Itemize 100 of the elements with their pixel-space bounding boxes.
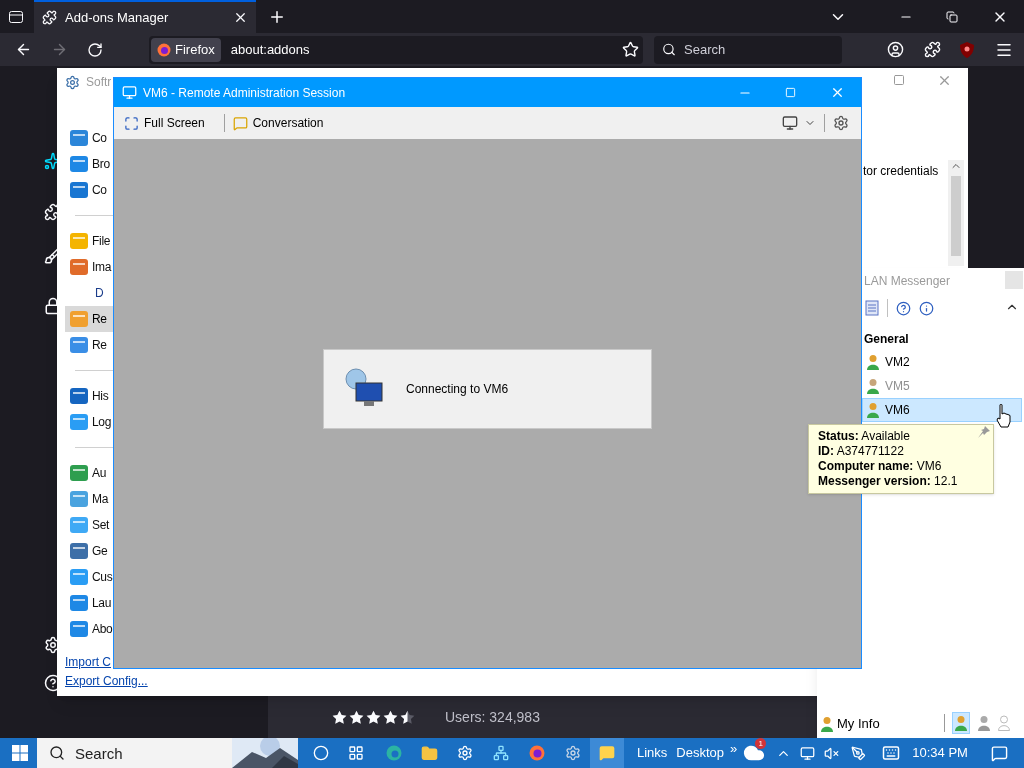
chat-icon — [599, 745, 615, 761]
gear-app-icon[interactable] — [565, 745, 581, 761]
sidebar-item[interactable]: File — [65, 228, 113, 254]
gear-icon — [65, 74, 80, 90]
identity-label: Firefox — [175, 40, 215, 59]
volume-muted-icon[interactable] — [824, 745, 840, 761]
reload-icon[interactable] — [87, 41, 103, 58]
address-field[interactable]: Firefox about:addons — [149, 35, 643, 64]
sidebar-item[interactable]: Co — [65, 177, 113, 203]
settings-icon[interactable] — [44, 636, 57, 654]
identity-chip[interactable]: Firefox — [151, 37, 221, 62]
status-text: Connecting to VM6 — [406, 381, 509, 398]
messenger-taskbar-button[interactable] — [590, 738, 624, 768]
pen-icon[interactable] — [851, 745, 867, 761]
item-icon — [69, 542, 89, 560]
links-toolbar[interactable]: Links — [637, 743, 668, 763]
brush-icon[interactable] — [44, 247, 57, 265]
panel-text: tor credentials — [863, 163, 939, 180]
tooltip-line: Computer name: VM6 — [818, 459, 943, 474]
back-icon[interactable] — [15, 41, 32, 58]
keyboard-icon[interactable] — [882, 744, 901, 762]
tab-title: Add-ons Manager — [65, 8, 170, 27]
star-icon — [332, 709, 347, 725]
network-icon[interactable] — [800, 745, 816, 761]
url-text: about:addons — [230, 40, 311, 59]
contact-item[interactable]: VM6 — [862, 398, 1022, 422]
sidebar-item[interactable]: His — [65, 383, 113, 409]
sidebar-item[interactable]: Re — [65, 332, 113, 358]
full-screen-button[interactable]: Full Screen — [124, 114, 205, 132]
sidebar-item[interactable]: Bro — [65, 151, 113, 177]
full-screen-icon — [124, 115, 139, 131]
puzzle-icon[interactable] — [44, 203, 57, 221]
scrollbar[interactable] — [948, 160, 964, 266]
tab-list-icon[interactable] — [8, 8, 24, 25]
chat-icon — [232, 115, 248, 131]
busy-status-icon — [978, 715, 990, 731]
sidebar-item[interactable]: Ge — [65, 538, 113, 564]
sidebar-item[interactable]: Re — [65, 306, 113, 332]
search-box[interactable]: Search — [37, 738, 298, 768]
firefox-icon[interactable] — [529, 745, 545, 761]
my-info-label[interactable]: My Info — [837, 714, 880, 734]
bookmark-star-icon[interactable] — [622, 41, 639, 58]
import-link[interactable]: Import C — [65, 653, 111, 671]
puzzle-icon — [42, 10, 57, 25]
sidebar-item[interactable]: Lau — [65, 590, 113, 616]
extensions-icon[interactable] — [924, 41, 941, 58]
star-icon — [383, 709, 398, 725]
sidebar-item[interactable]: Log — [65, 409, 113, 435]
sidebar-item[interactable]: Au — [65, 460, 113, 486]
search-icon — [49, 745, 65, 761]
shield-icon[interactable] — [960, 41, 974, 58]
item-icon — [69, 490, 89, 508]
search-field[interactable]: Search — [75, 740, 215, 766]
cortana-icon[interactable] — [313, 745, 329, 761]
search-field[interactable]: Search — [684, 37, 834, 62]
item-icon — [69, 620, 89, 638]
search-box[interactable]: Search — [654, 35, 842, 64]
window-title: LAN Messenger — [864, 273, 951, 290]
tooltip-line: ID: A374771122 — [818, 444, 905, 459]
notifications-icon[interactable] — [990, 744, 1008, 762]
sidebar-item[interactable]: Abo — [65, 616, 113, 642]
sidebar-item[interactable]: Cus — [65, 564, 113, 590]
item-icon — [69, 310, 89, 328]
window-title: VM6 - Remote Administration Session — [143, 84, 346, 102]
conversation-button[interactable]: Conversation — [232, 114, 324, 132]
close-icon[interactable] — [233, 10, 248, 25]
task-view-icon[interactable] — [348, 745, 364, 761]
network-app-icon[interactable] — [493, 745, 509, 761]
sidebar-item[interactable]: Ima — [65, 254, 113, 280]
firefox-logo-icon — [157, 42, 171, 57]
sidebar-item[interactable]: Set — [65, 512, 113, 538]
info-icon[interactable] — [919, 300, 934, 316]
tooltip-line: Messenger version: 12.1 — [818, 474, 959, 489]
toolbar-overflow[interactable]: » — [730, 739, 738, 759]
clock[interactable]: 10:34 PM — [912, 743, 968, 763]
tooltip-line: Status: Available — [818, 429, 911, 444]
star-icon — [349, 709, 364, 725]
star-icon — [366, 709, 381, 725]
browser-tab[interactable]: Add-ons Manager — [34, 0, 256, 33]
desktop-toolbar[interactable]: Desktop — [676, 743, 725, 763]
folder-icon[interactable] — [421, 744, 438, 762]
contact-item[interactable]: VM2 — [862, 350, 1022, 374]
item-icon — [69, 387, 89, 405]
forward-icon[interactable] — [51, 41, 68, 58]
gear-icon[interactable] — [833, 115, 849, 131]
person-icon — [955, 715, 967, 731]
sidebar-item[interactable]: Co — [65, 125, 113, 151]
sparkle-icon[interactable] — [44, 152, 57, 170]
export-link[interactable]: Export Config... — [65, 672, 148, 690]
pin-icon[interactable] — [978, 426, 990, 438]
item-icon — [69, 413, 89, 431]
maximize-icon[interactable] — [893, 74, 905, 86]
sidebar-item[interactable]: Ma — [65, 486, 113, 512]
group-header: General — [863, 331, 910, 348]
account-icon[interactable] — [887, 41, 904, 58]
restore-icon[interactable] — [946, 10, 958, 23]
hand-cursor-icon — [996, 404, 1012, 428]
item-icon — [69, 594, 89, 612]
display-icon[interactable] — [782, 115, 798, 131]
item-icon — [69, 258, 89, 276]
